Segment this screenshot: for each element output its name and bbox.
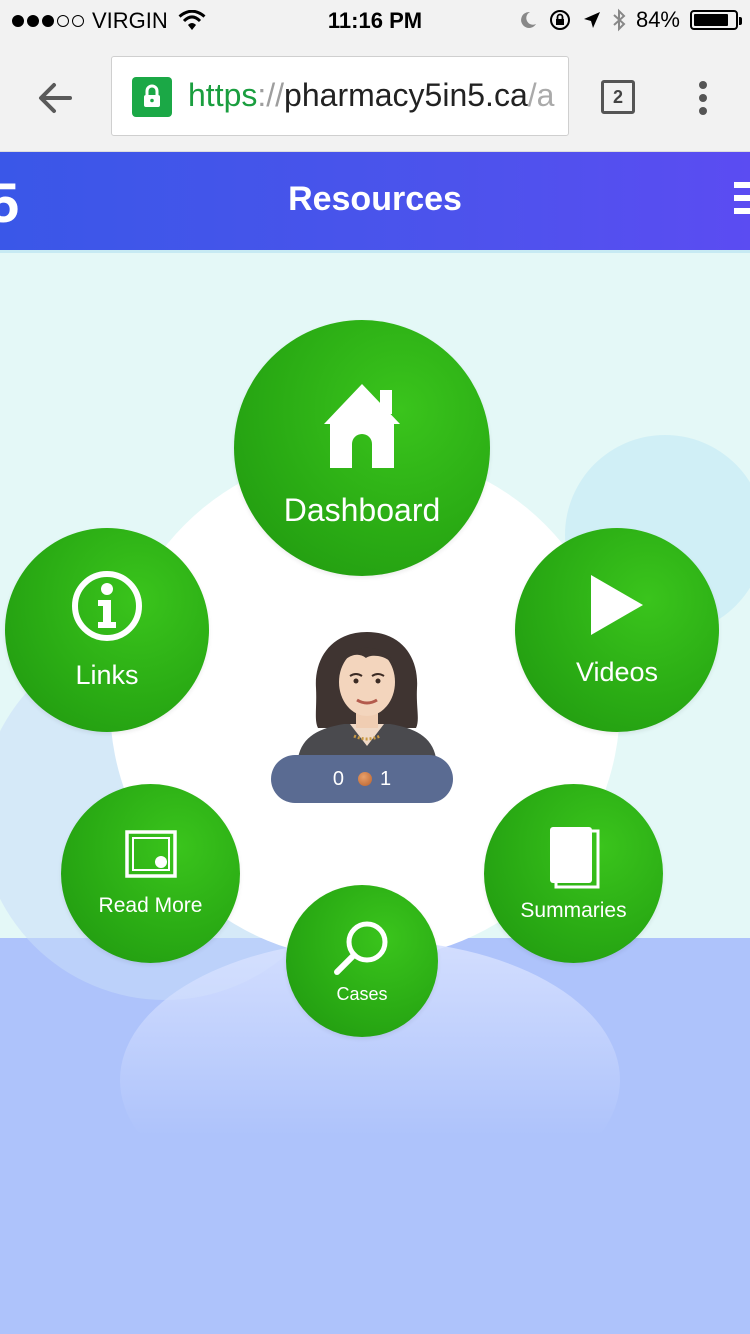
read-more-label: Read More <box>98 893 203 917</box>
battery-fill <box>694 14 728 26</box>
hamburger-menu-icon[interactable] <box>734 182 750 218</box>
resources-content: Dashboard Links Videos Read More Summari… <box>0 250 750 1334</box>
url-separator: :// <box>257 77 285 113</box>
links-button[interactable]: Links <box>5 528 209 732</box>
play-icon <box>591 574 643 635</box>
status-bar: VIRGIN 11:16 PM 84% <box>0 0 750 40</box>
url-host: pharmacy5in5.ca <box>284 77 528 113</box>
summaries-label: Summaries <box>520 898 627 922</box>
videos-label: Videos <box>575 656 659 687</box>
info-icon <box>72 570 142 641</box>
image-icon <box>124 829 177 878</box>
score-right: 1 <box>380 767 392 790</box>
back-arrow-icon[interactable] <box>30 72 82 124</box>
location-arrow-icon <box>583 12 600 28</box>
page-title: Resources <box>288 180 462 218</box>
status-right-group: 84% <box>518 7 742 33</box>
videos-button[interactable]: Videos <box>515 528 719 732</box>
url-text: https://pharmacy5in5.ca/a <box>188 77 554 114</box>
dashboard-label: Dashboard <box>283 491 441 528</box>
battery-percent: 84% <box>635 7 680 32</box>
links-label: Links <box>75 659 139 690</box>
rotation-lock-icon <box>549 10 570 30</box>
tab-switcher-button[interactable]: 2 <box>601 80 635 114</box>
coin-icon <box>358 772 372 786</box>
score-pill: 0 1 <box>271 755 453 803</box>
url-path: /a <box>527 77 555 113</box>
bluetooth-icon <box>613 8 626 32</box>
app-header: 5 Resources <box>0 152 750 250</box>
lock-icon <box>132 77 172 117</box>
book-icon <box>549 826 599 888</box>
moon-icon <box>521 11 536 28</box>
cases-label: Cases <box>336 983 388 1004</box>
score-left: 0 <box>332 767 344 790</box>
overflow-menu-icon[interactable] <box>690 78 716 118</box>
dashboard-button[interactable]: Dashboard <box>234 320 490 576</box>
search-icon <box>334 921 388 975</box>
browser-toolbar: https://pharmacy5in5.ca/a 2 <box>0 40 750 152</box>
battery-icon <box>690 10 742 30</box>
address-bar[interactable]: https://pharmacy5in5.ca/a <box>111 56 569 136</box>
read-more-button[interactable]: Read More <box>61 784 240 963</box>
home-icon <box>324 383 400 468</box>
user-avatar[interactable] <box>292 628 442 758</box>
url-scheme: https <box>188 77 258 113</box>
cases-button[interactable]: Cases <box>286 885 438 1037</box>
summaries-button[interactable]: Summaries <box>484 784 663 963</box>
